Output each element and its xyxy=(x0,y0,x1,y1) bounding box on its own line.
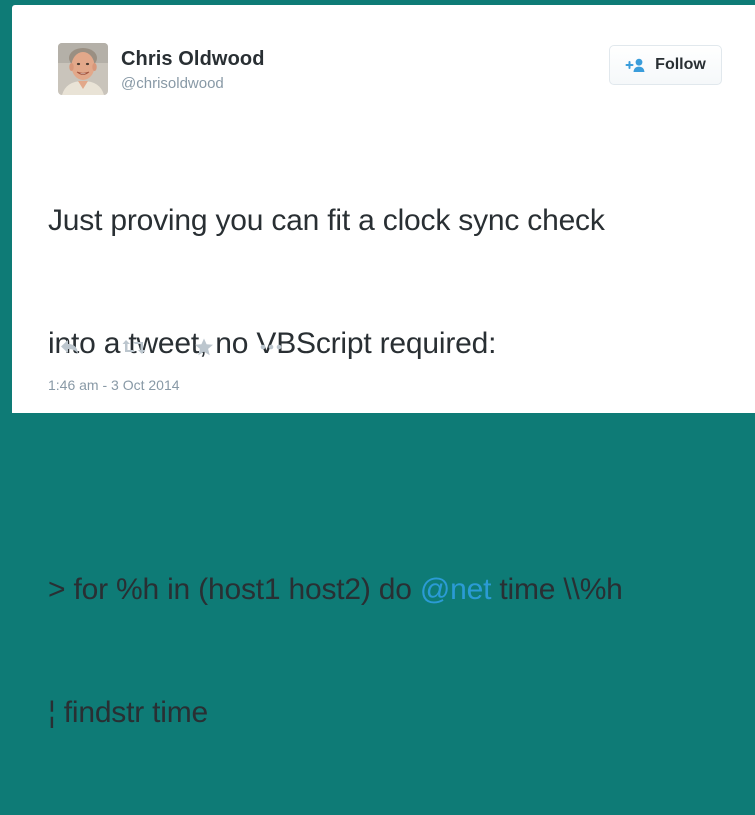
tweet-line: > for %h in (host1 host2) do @net time \… xyxy=(48,569,748,610)
follow-button-label: Follow xyxy=(655,56,706,73)
follow-button[interactable]: Follow xyxy=(609,45,722,85)
avatar-image xyxy=(58,43,108,95)
reply-icon xyxy=(61,340,78,354)
author-name[interactable]: Chris Oldwood xyxy=(121,48,265,71)
tweet-line: Just proving you can fit a clock sync ch… xyxy=(48,204,605,237)
reply-button[interactable] xyxy=(58,336,82,358)
favorite-icon xyxy=(195,338,213,356)
tweet-text: Just proving you can fit a clock sync ch… xyxy=(48,118,748,815)
avatar[interactable] xyxy=(58,43,108,95)
tweet-timestamp[interactable]: 1:46 am - 3 Oct 2014 xyxy=(48,377,180,393)
mention-link[interactable]: @net xyxy=(420,573,492,606)
tweet-line: ¦ findstr time xyxy=(48,696,209,729)
page-frame: Chris Oldwood @chrisoldwood Follow Just … xyxy=(0,0,755,729)
more-icon xyxy=(260,344,282,350)
follow-icon xyxy=(625,58,647,72)
retweet-icon xyxy=(122,340,146,354)
tweet-command-suffix: time \\%h xyxy=(491,573,623,606)
author-handle[interactable]: @chrisoldwood xyxy=(121,75,224,92)
favorite-button[interactable] xyxy=(192,336,216,358)
retweet-button[interactable] xyxy=(122,336,146,358)
tweet-line: into a tweet, no VBScript required: xyxy=(48,327,497,360)
tweet-command-prefix: > for %h in (host1 host2) do xyxy=(48,573,420,606)
tweet-card: Chris Oldwood @chrisoldwood Follow Just … xyxy=(12,5,755,729)
more-button[interactable] xyxy=(259,336,283,358)
